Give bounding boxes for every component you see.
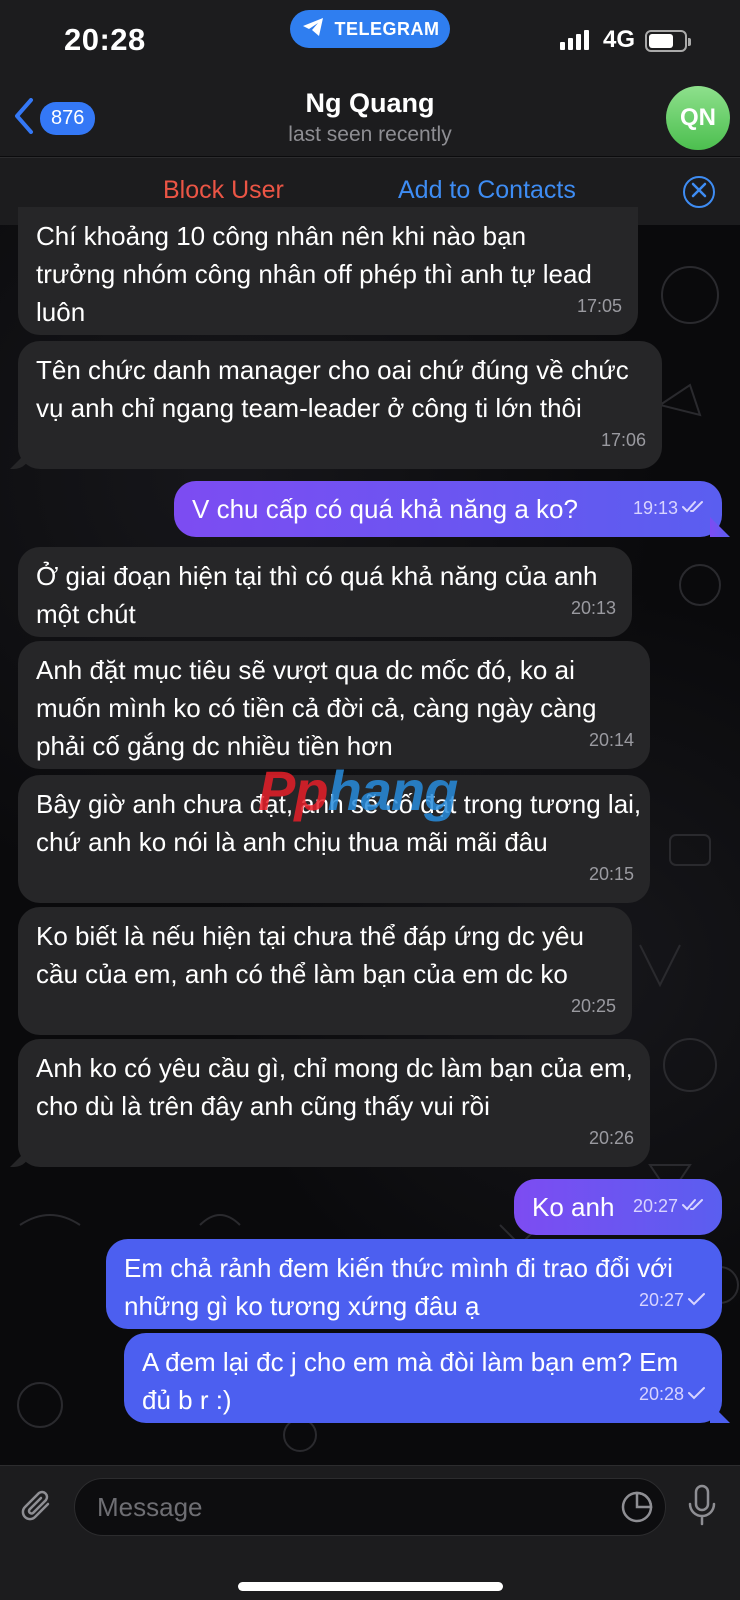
message-bubble-incoming[interactable]: Ko biết là nếu hiện tại chưa thể đáp ứng…	[18, 907, 632, 1035]
back-chevron-icon	[14, 98, 34, 139]
message-bubble-incoming[interactable]: Chí khoảng 10 công nhân nên khi nào bạn …	[18, 207, 638, 335]
message-text: Ko biết là nếu hiện tại chưa thể đáp ứng…	[36, 921, 584, 989]
double-check-icon	[682, 489, 706, 527]
chat-header: 876 Ng Quang last seen recently QN	[0, 80, 740, 156]
message-bubble-outgoing[interactable]: Em chả rảnh đem kiến thức mình đi trao đ…	[106, 1239, 722, 1329]
chat-title: Ng Quang	[305, 88, 435, 118]
message-time: 20:27	[638, 1290, 684, 1310]
message-bubble-incoming[interactable]: Ở giai đoạn hiện tại thì có quá khả năng…	[18, 547, 632, 637]
message-time: 20:14	[588, 730, 634, 750]
check-icon	[688, 1375, 706, 1413]
message-time: 17:06	[600, 430, 646, 450]
message-meta: 20:28	[639, 1375, 706, 1413]
network-type: 4G	[603, 26, 636, 53]
sticker-icon	[620, 1491, 654, 1528]
message-time: 20:26	[588, 1128, 634, 1148]
double-check-icon	[682, 1187, 706, 1225]
message-text: Anh đặt mục tiêu sẽ vượt qua dc mốc đó, …	[36, 655, 597, 761]
paperclip-icon	[18, 1490, 56, 1530]
message-meta: 20:13	[571, 589, 616, 627]
message-meta: 20:26	[589, 1119, 634, 1157]
message-input[interactable]: Message	[74, 1478, 666, 1536]
avatar[interactable]: QN	[666, 86, 730, 150]
status-time: 20:28	[64, 22, 146, 57]
telegram-chat-screen: 20:28 TELEGRAM 4G 876 Ng Quang last seen…	[0, 0, 740, 1600]
telegram-icon	[301, 16, 325, 43]
block-user-button[interactable]: Block User	[163, 176, 284, 205]
attach-button[interactable]	[18, 1488, 56, 1531]
message-time: 20:27	[632, 1196, 678, 1216]
message-bubble-outgoing[interactable]: Ko anh 20:27	[514, 1179, 722, 1235]
message-meta: 20:27	[633, 1187, 706, 1225]
signal-icon	[560, 30, 589, 50]
chat-title-area[interactable]: Ng Quang last seen recently	[200, 88, 540, 147]
home-indicator[interactable]	[238, 1582, 503, 1591]
message-meta: 20:25	[571, 987, 616, 1025]
message-meta: 20:27	[639, 1281, 706, 1319]
back-button[interactable]: 876	[14, 98, 96, 139]
message-time: 20:13	[570, 598, 616, 618]
message-time: 20:15	[588, 864, 634, 884]
watermark-part1: Pp	[258, 759, 329, 822]
check-icon	[688, 1281, 706, 1319]
add-to-contacts-button[interactable]: Add to Contacts	[398, 176, 576, 205]
watermark-logo: Pphang	[258, 758, 459, 823]
message-time: 20:28	[638, 1384, 684, 1404]
telegram-pill-label: TELEGRAM	[334, 18, 440, 39]
message-list[interactable]: Chí khoảng 10 công nhân nên khi nào bạn …	[0, 207, 740, 1465]
message-text: Chí khoảng 10 công nhân nên khi nào bạn …	[36, 221, 592, 327]
message-bubble-incoming[interactable]: Anh đặt mục tiêu sẽ vượt qua dc mốc đó, …	[18, 641, 650, 769]
microphone-icon	[686, 1484, 718, 1532]
watermark-part2: hang	[327, 759, 459, 822]
message-meta: 19:13	[633, 489, 706, 527]
voice-message-button[interactable]	[686, 1484, 718, 1533]
message-time: 20:25	[570, 996, 616, 1016]
message-meta: 17:05	[577, 287, 622, 325]
message-input-bar: Message	[0, 1465, 740, 1600]
message-time: 19:13	[632, 498, 678, 518]
message-meta: 17:06	[601, 421, 646, 459]
message-text: Em chả rảnh đem kiến thức mình đi trao đ…	[124, 1253, 673, 1321]
close-action-bar-button[interactable]	[683, 176, 715, 208]
unread-count-badge: 876	[40, 102, 96, 135]
message-text: Anh ko có yêu cầu gì, chỉ mong dc làm bạ…	[36, 1053, 633, 1121]
battery-icon	[645, 30, 691, 52]
message-bubble-outgoing[interactable]: V chu cấp có quá khả năng a ko? 19:13	[174, 481, 722, 537]
message-text: V chu cấp có quá khả năng a ko?	[192, 494, 578, 524]
message-bubble-outgoing[interactable]: A đem lại đc j cho em mà đòi làm bạn em?…	[124, 1333, 722, 1423]
telegram-return-pill[interactable]: TELEGRAM	[290, 10, 450, 48]
sticker-button[interactable]	[620, 1490, 654, 1529]
message-bubble-incoming[interactable]: Anh ko có yêu cầu gì, chỉ mong dc làm bạ…	[18, 1039, 650, 1167]
message-meta: 20:14	[589, 721, 634, 759]
message-meta: 20:15	[589, 855, 634, 893]
last-seen-status: last seen recently	[288, 123, 452, 146]
close-icon	[691, 182, 707, 203]
message-text: A đem lại đc j cho em mà đòi làm bạn em?…	[142, 1347, 679, 1415]
message-text: Ở giai đoạn hiện tại thì có quá khả năng…	[36, 561, 598, 629]
status-bar: 20:28 TELEGRAM 4G	[0, 0, 740, 80]
message-bubble-incoming[interactable]: Tên chức danh manager cho oai chứ đúng v…	[18, 341, 662, 469]
message-time: 17:05	[576, 296, 622, 316]
message-text: Tên chức danh manager cho oai chứ đúng v…	[36, 355, 629, 423]
